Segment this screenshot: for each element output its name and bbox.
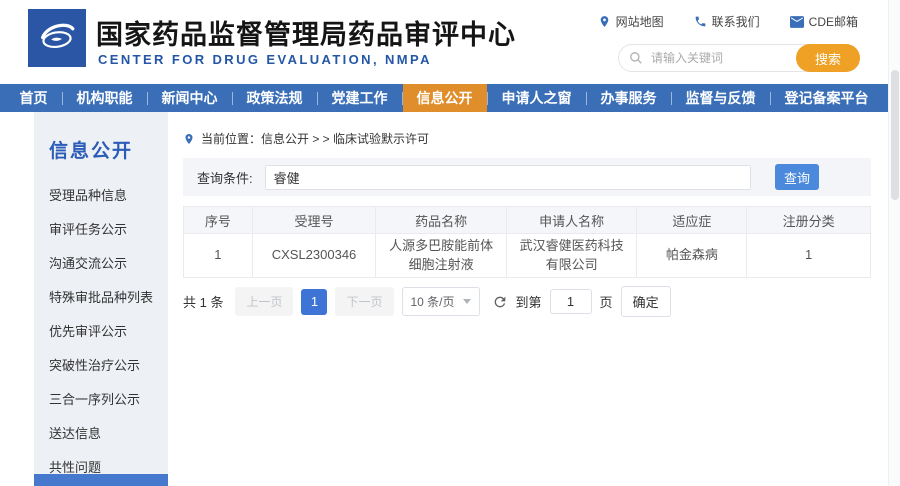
page: 国家药品监督管理局药品审评中心 CENTER FOR DRUG EVALUATI… — [0, 0, 900, 486]
cell-index: 1 — [184, 234, 253, 278]
sidebar-item-special-approval[interactable]: 特殊审批品种列表 — [34, 281, 168, 315]
next-page-button[interactable]: 下一页 — [335, 287, 393, 316]
sidebar-active-item-partial[interactable] — [34, 474, 168, 486]
contact-link[interactable]: 联系我们 — [694, 13, 760, 30]
cde-logo[interactable] — [28, 9, 86, 67]
table-header-index: 序号 — [184, 207, 253, 234]
table-header-applicant: 申请人名称 — [506, 207, 637, 234]
query-condition-input[interactable] — [265, 165, 751, 190]
header-quick-links: 网站地图 联系我们 CDE邮箱 — [598, 13, 858, 30]
results-table: 序号 受理号 药品名称 申请人名称 适应症 注册分类 1 CXSL2300346… — [183, 206, 871, 278]
table-header-drug-name: 药品名称 — [376, 207, 507, 234]
page-number-button[interactable]: 1 — [301, 289, 327, 315]
goto-page-suffix: 页 — [600, 292, 613, 311]
sidebar-item-accepted-varieties[interactable]: 受理品种信息 — [34, 179, 168, 213]
breadcrumb-pin-icon — [183, 133, 195, 145]
cell-acceptance-no: CXSL2300346 — [252, 234, 376, 278]
scrollbar-track[interactable] — [888, 0, 900, 486]
nav-item-policy[interactable]: 政策法规 — [233, 84, 317, 112]
chevron-down-icon — [463, 299, 471, 304]
sidebar-item-communication[interactable]: 沟通交流公示 — [34, 247, 168, 281]
location-pin-icon — [598, 15, 611, 28]
sidebar-item-three-in-one[interactable]: 三合一序列公示 — [34, 383, 168, 417]
sidebar-item-delivery-info[interactable]: 送达信息 — [34, 417, 168, 451]
site-title-en: CENTER FOR DRUG EVALUATION, NMPA — [98, 52, 432, 67]
page-size-value: 10 条/页 — [411, 293, 455, 310]
cell-indication: 帕金森病 — [637, 234, 747, 278]
scrollbar-thumb[interactable] — [891, 70, 899, 200]
table-row: 1 CXSL2300346 人源多巴胺能前体细胞注射液 武汉睿健医药科技有限公司… — [184, 234, 871, 278]
query-panel: 查询条件: 查询 — [183, 158, 871, 196]
sidebar: 信息公开 受理品种信息 审评任务公示 沟通交流公示 特殊审批品种列表 优先审评公… — [34, 112, 168, 486]
pagination: 共 1 条 上一页 1 下一页 10 条/页 到第 页 确定 — [183, 286, 671, 317]
site-title-cn: 国家药品监督管理局药品审评中心 — [96, 13, 516, 52]
search-button[interactable]: 搜索 — [796, 44, 860, 72]
nav-item-home[interactable]: 首页 — [6, 84, 62, 112]
sidebar-item-breakthrough-therapy[interactable]: 突破性治疗公示 — [34, 349, 168, 383]
goto-page-input[interactable] — [550, 289, 592, 314]
query-condition-label: 查询条件: — [197, 168, 253, 187]
refresh-icon[interactable] — [492, 294, 508, 310]
nav-item-supervision[interactable]: 监督与反馈 — [672, 84, 770, 112]
envelope-icon — [790, 16, 804, 28]
nav-item-services[interactable]: 办事服务 — [587, 84, 671, 112]
sidebar-list: 受理品种信息 审评任务公示 沟通交流公示 特殊审批品种列表 优先审评公示 突破性… — [34, 179, 168, 485]
page-size-select[interactable]: 10 条/页 — [402, 287, 480, 316]
search-icon — [629, 51, 643, 70]
goto-page-label: 到第 — [516, 292, 542, 311]
nav-item-applicant-window[interactable]: 申请人之窗 — [488, 84, 586, 112]
cell-drug-name: 人源多巴胺能前体细胞注射液 — [376, 234, 507, 278]
site-header: 国家药品监督管理局药品审评中心 CENTER FOR DRUG EVALUATI… — [0, 0, 888, 84]
mailbox-link-label: CDE邮箱 — [809, 13, 858, 30]
nav-item-registration-platform[interactable]: 登记备案平台 — [771, 84, 883, 112]
pagination-total: 共 1 条 — [183, 292, 223, 311]
cell-applicant: 武汉睿健医药科技有限公司 — [506, 234, 637, 278]
table-header-registration-class: 注册分类 — [747, 207, 871, 234]
sidebar-item-priority-review[interactable]: 优先审评公示 — [34, 315, 168, 349]
prev-page-button[interactable]: 上一页 — [235, 287, 293, 316]
cde-logo-icon — [34, 13, 80, 64]
cell-registration-class: 1 — [747, 234, 871, 278]
phone-icon — [694, 15, 707, 28]
table-header-row: 序号 受理号 药品名称 申请人名称 适应症 注册分类 — [184, 207, 871, 234]
query-button[interactable]: 查询 — [775, 164, 819, 190]
site-search: 搜索 — [618, 44, 860, 72]
sidebar-item-review-tasks[interactable]: 审评任务公示 — [34, 213, 168, 247]
table-header-indication: 适应症 — [637, 207, 747, 234]
breadcrumb-text: 当前位置：信息公开 > > 临床试验默示许可 — [201, 130, 429, 147]
sidebar-title: 信息公开 — [34, 112, 168, 163]
nav-item-party[interactable]: 党建工作 — [318, 84, 402, 112]
main-nav: 首页 机构职能 新闻中心 政策法规 党建工作 信息公开 申请人之窗 办事服务 监… — [0, 84, 888, 112]
confirm-button[interactable]: 确定 — [621, 286, 671, 317]
nav-item-functions[interactable]: 机构职能 — [63, 84, 147, 112]
sitemap-link-label: 网站地图 — [616, 13, 664, 30]
nav-item-info-disclosure[interactable]: 信息公开 — [403, 84, 487, 112]
nav-item-news[interactable]: 新闻中心 — [148, 84, 232, 112]
sitemap-link[interactable]: 网站地图 — [598, 13, 664, 30]
mailbox-link[interactable]: CDE邮箱 — [790, 13, 858, 30]
breadcrumb: 当前位置：信息公开 > > 临床试验默示许可 — [183, 130, 429, 147]
contact-link-label: 联系我们 — [712, 13, 760, 30]
table-header-acceptance-no: 受理号 — [252, 207, 376, 234]
